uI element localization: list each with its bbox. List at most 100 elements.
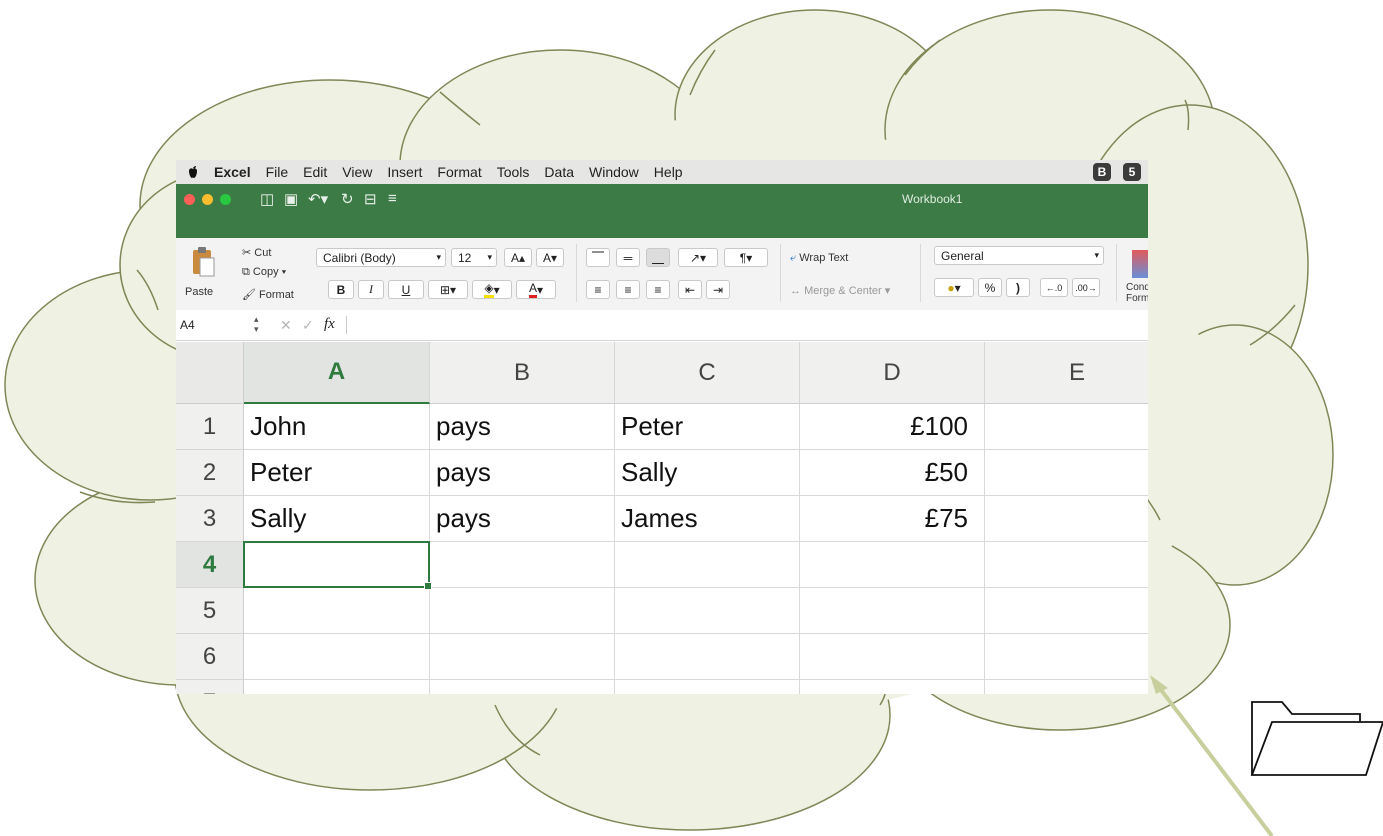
tray-b-icon[interactable]: B [1093,163,1111,181]
align-right-button[interactable]: ≡ [646,280,670,299]
row-header-3[interactable]: 3 [176,496,244,542]
cell-a4[interactable] [244,542,430,588]
row-header-7[interactable]: 7 [176,680,244,694]
cell-c4[interactable] [615,542,800,588]
align-top-button[interactable]: ⎺ [586,248,610,267]
merge-center-button[interactable]: ↔ Merge & Center ▾ [790,284,890,297]
cell-a7[interactable] [244,680,430,694]
menu-tools[interactable]: Tools [497,164,530,180]
font-size-dropdown[interactable]: 12 ▾ [451,248,497,267]
column-header-b[interactable]: B [430,342,615,404]
fill-color-button[interactable]: ◈ ▾ [472,280,512,299]
align-middle-button[interactable]: ═ [616,248,640,267]
cell-b3[interactable]: pays [430,496,615,542]
cell-b1[interactable]: pays [430,404,615,450]
cut-button[interactable]: ✂ Cut [242,246,271,259]
cell-e2[interactable] [985,450,1148,496]
save-icon[interactable]: ▣ [284,190,298,208]
cell-c5[interactable] [615,588,800,634]
accounting-format-button[interactable]: ● ▾ [934,278,974,297]
toolbar-misc-icon[interactable]: ⊟ [364,190,377,208]
wrap-text-button[interactable]: ⤶ Wrap Text [790,252,848,265]
cell-d2[interactable]: £50 [800,450,985,496]
undo-icon[interactable]: ↶▾ [308,190,328,208]
cell-a2[interactable]: Peter [244,450,430,496]
row-header-5[interactable]: 5 [176,588,244,634]
increase-decimal-button[interactable]: ←.0 [1040,278,1068,297]
sidebar-icon[interactable]: ◫ [260,190,274,208]
minimize-button[interactable] [202,194,213,205]
select-all-corner[interactable] [176,342,244,404]
cell-c7[interactable] [615,680,800,694]
menu-file[interactable]: File [266,164,289,180]
cell-c1[interactable]: Peter [615,404,800,450]
align-center-button[interactable]: ≡ [616,280,640,299]
close-button[interactable] [184,194,195,205]
bold-button[interactable]: B [328,280,354,299]
conditional-formatting-button[interactable]: Cond Form [1126,246,1148,304]
row-header-1[interactable]: 1 [176,404,244,450]
menu-window[interactable]: Window [589,164,639,180]
paragraph-direction-button[interactable]: ¶▾ [724,248,768,267]
decrease-decimal-button[interactable]: .00→ [1072,278,1100,297]
cancel-icon[interactable]: ✕ [280,317,292,334]
redo-icon[interactable]: ↻ [341,190,354,208]
zoom-button[interactable] [220,194,231,205]
cell-b2[interactable]: pays [430,450,615,496]
menu-view[interactable]: View [342,164,372,180]
orientation-button[interactable]: ↗▾ [678,248,718,267]
column-header-a[interactable]: A [244,342,430,404]
formula-input[interactable] [356,318,1136,334]
italic-button[interactable]: I [358,280,384,299]
cell-e5[interactable] [985,588,1148,634]
cell-d3[interactable]: £75 [800,496,985,542]
insert-function-icon[interactable]: fx [324,316,335,333]
tray-5-icon[interactable]: 5 [1123,163,1141,181]
menu-insert[interactable]: Insert [387,164,422,180]
cell-c6[interactable] [615,634,800,680]
row-header-4[interactable]: 4 [176,542,244,588]
underline-button[interactable]: U [388,280,424,299]
menu-data[interactable]: Data [544,164,574,180]
font-name-dropdown[interactable]: Calibri (Body) ▾ [316,248,446,267]
column-header-d[interactable]: D [800,342,985,404]
cell-b4[interactable] [430,542,615,588]
name-box[interactable]: A4 [180,318,240,332]
number-format-dropdown[interactable]: General ▾ [934,246,1104,265]
cell-c3[interactable]: James [615,496,800,542]
percent-style-button[interactable]: % [978,278,1002,297]
name-box-stepper-icon[interactable]: ▴ ▾ [254,314,259,334]
cell-e6[interactable] [985,634,1148,680]
comma-style-button[interactable]: ) [1006,278,1030,297]
decrease-indent-button[interactable]: ⇤ [678,280,702,299]
menu-excel[interactable]: Excel [214,164,251,180]
row-header-2[interactable]: 2 [176,450,244,496]
increase-font-button[interactable]: A▴ [504,248,532,267]
column-header-c[interactable]: C [615,342,800,404]
apple-icon[interactable] [186,165,200,179]
cell-a6[interactable] [244,634,430,680]
menu-edit[interactable]: Edit [303,164,327,180]
enter-icon[interactable]: ✓ [302,317,314,334]
increase-indent-button[interactable]: ⇥ [706,280,730,299]
cell-e1[interactable] [985,404,1148,450]
row-header-6[interactable]: 6 [176,634,244,680]
menu-help[interactable]: Help [654,164,683,180]
align-left-button[interactable]: ≡ [586,280,610,299]
cell-e4[interactable] [985,542,1148,588]
format-painter-button[interactable]: 🖌 Format [242,288,294,301]
cell-a1[interactable]: John [244,404,430,450]
cell-d7[interactable] [800,680,985,694]
column-header-e[interactable]: E [985,342,1148,404]
cell-e3[interactable] [985,496,1148,542]
cell-d4[interactable] [800,542,985,588]
cell-b5[interactable] [430,588,615,634]
align-bottom-button[interactable]: ⎽ [646,248,670,267]
paste-button[interactable]: Paste [185,242,222,298]
cell-b6[interactable] [430,634,615,680]
decrease-font-button[interactable]: A▾ [536,248,564,267]
cell-d5[interactable] [800,588,985,634]
customize-toolbar-icon[interactable]: ≡ [388,190,397,207]
cell-a3[interactable]: Sally [244,496,430,542]
cell-d1[interactable]: £100 [800,404,985,450]
